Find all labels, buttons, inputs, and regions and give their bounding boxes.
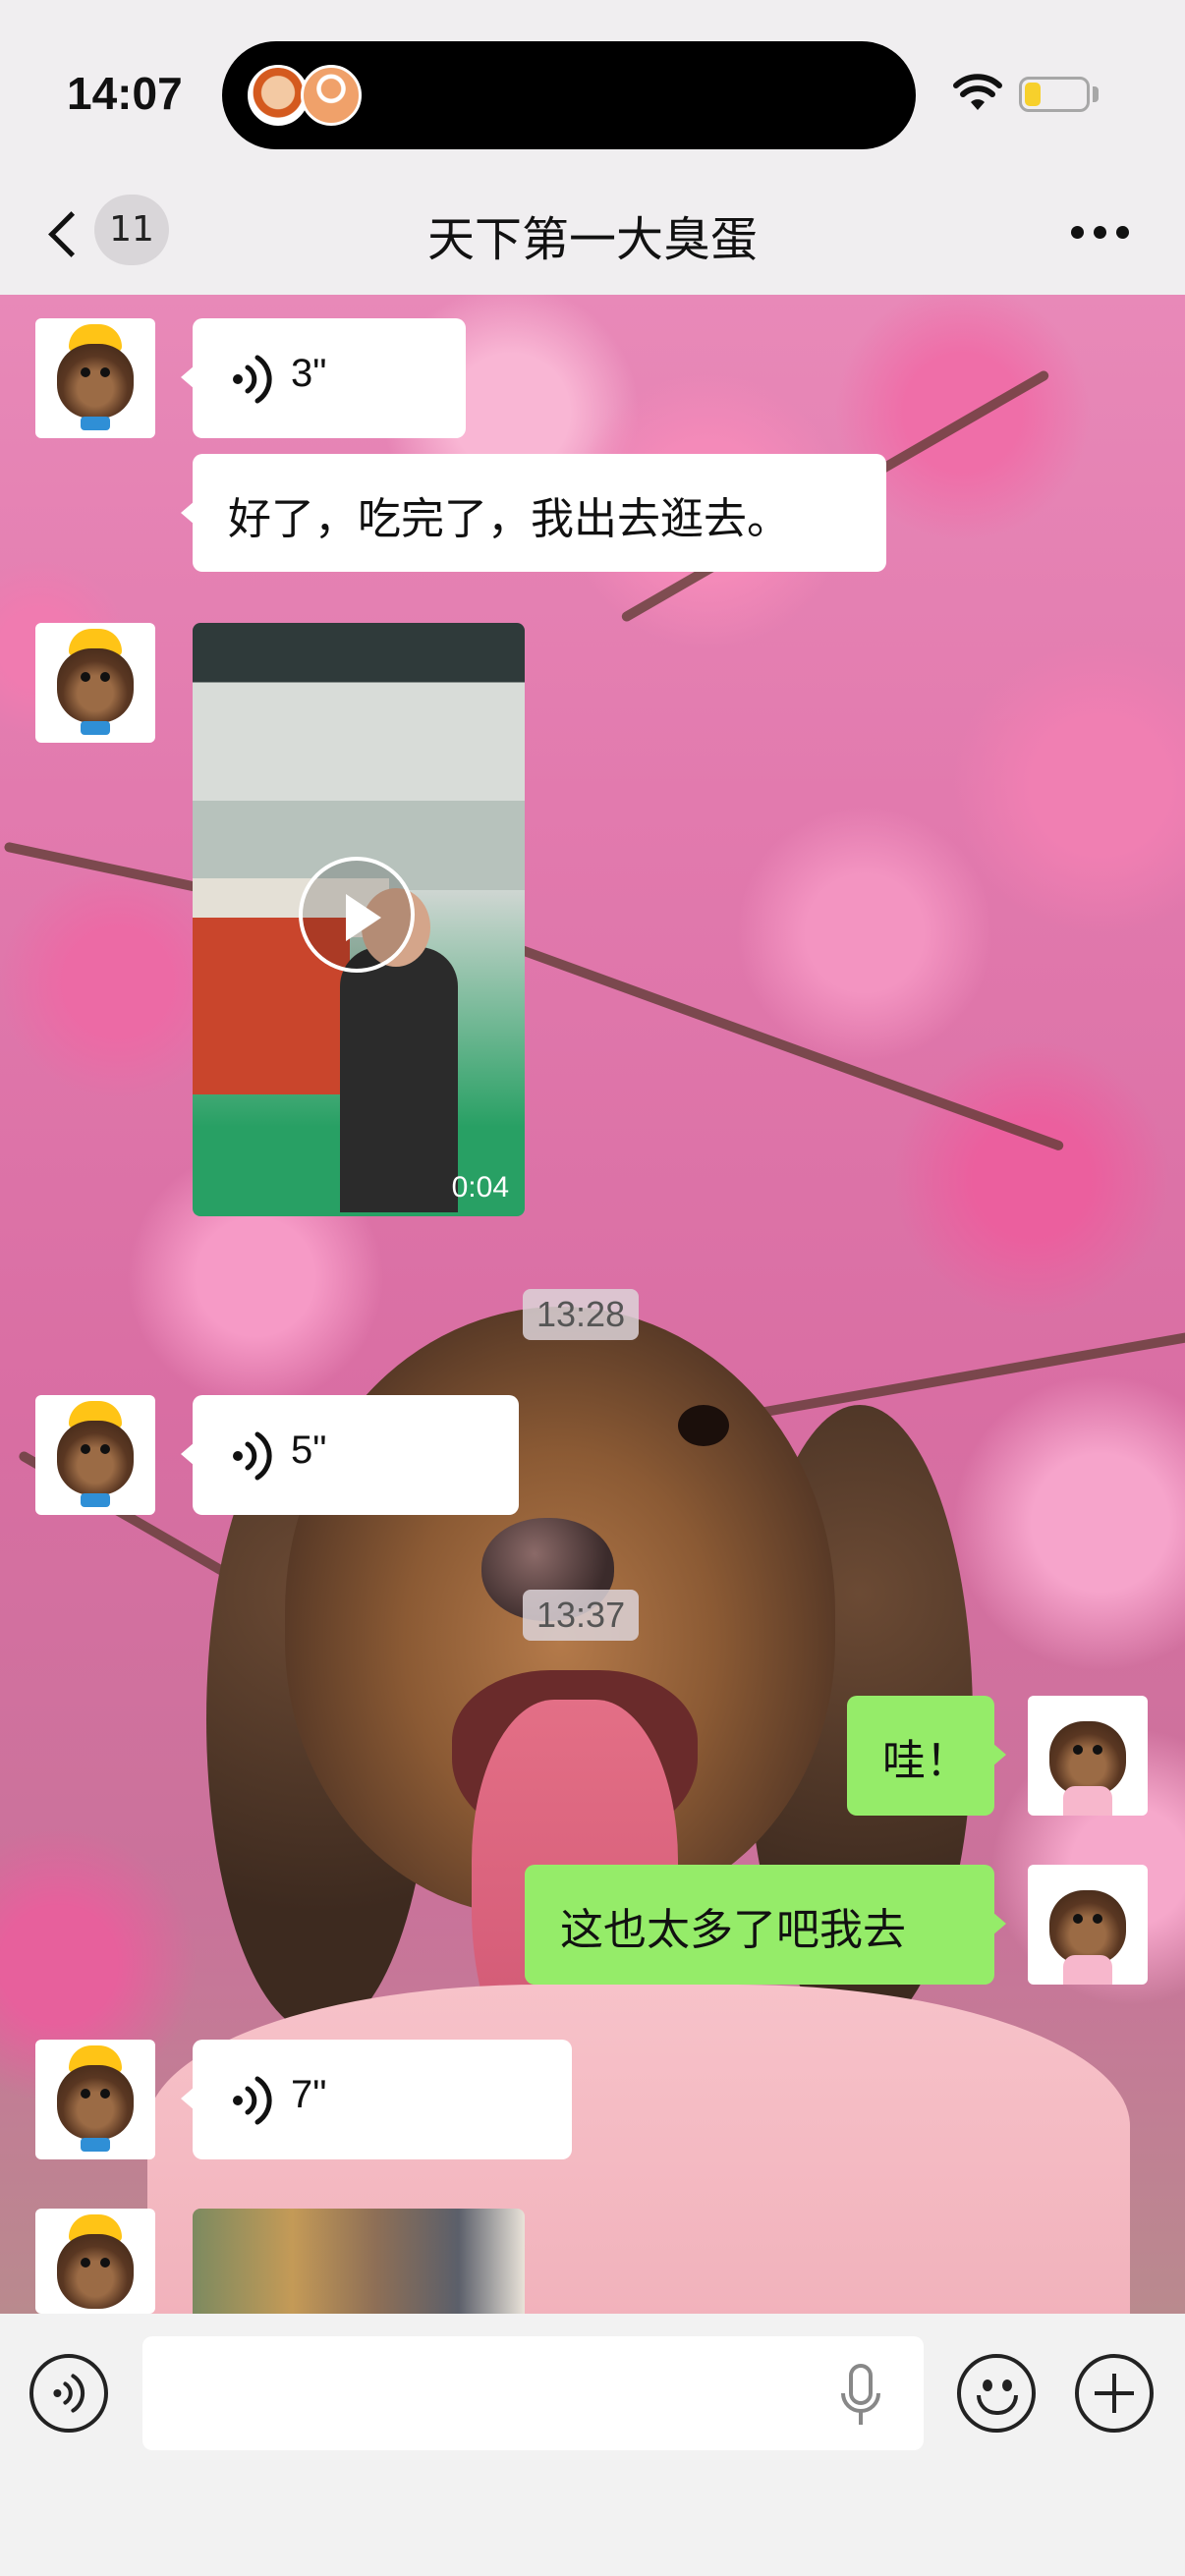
timestamp: 13:28 [523,1289,640,1340]
text-message[interactable]: 好了，吃完了，我出去逛去。 [181,454,886,572]
microphone-icon[interactable] [839,2364,882,2427]
video-duration: 0:04 [451,1171,509,1204]
image-message[interactable] [193,2209,525,2315]
voice-wave-icon [233,355,272,404]
plus-icon[interactable] [1075,2354,1154,2433]
message-text: 好了，吃完了，我出去逛去。 [228,494,790,544]
voice-wave-icon [233,2076,272,2125]
play-icon[interactable] [299,857,415,973]
voice-mode-icon[interactable] [29,2354,108,2433]
emoji-icon[interactable] [957,2354,1036,2433]
more-dots-icon[interactable] [1071,226,1130,240]
avatar[interactable] [35,623,155,743]
battery-tip [1093,86,1099,102]
voice-duration: 3" [291,352,327,395]
avatar[interactable] [35,2040,155,2159]
battery-icon [1019,77,1090,112]
voice-message[interactable]: 3" [181,318,466,438]
video-message[interactable]: 0:04 [193,623,525,1216]
voice-duration: 7" [291,2073,327,2116]
timestamp: 13:37 [523,1590,640,1641]
chat-title: 天下第一大臭蛋 [426,212,758,267]
dog-eye [678,1405,729,1446]
voice-message[interactable]: 5" [181,1395,519,1515]
voice-wave-icon [53,2374,85,2413]
message-text: 哇！ [882,1736,969,1786]
voice-wave-icon [233,1431,272,1481]
voice-message[interactable]: 7" [181,2040,572,2159]
avatar[interactable] [35,1395,155,1515]
status-bar: 14:07 [0,0,1185,177]
dynamic-island[interactable] [222,41,916,149]
sent-text-message[interactable]: 哇！ [847,1696,1006,1816]
avatar[interactable] [35,318,155,438]
my-avatar[interactable] [1028,1865,1148,1985]
avatar[interactable] [35,2209,155,2314]
status-time: 14:07 [67,68,183,119]
message-input[interactable] [142,2336,924,2450]
sent-text-message[interactable]: 这也太多了吧我去 [525,1865,1006,1985]
voice-duration: 5" [291,1428,327,1472]
island-avatar-icon [248,65,309,126]
message-text: 这也太多了吧我去 [560,1905,906,1955]
my-avatar[interactable] [1028,1696,1148,1816]
wifi-icon [953,74,1002,110]
island-avatar-icon [301,65,362,126]
